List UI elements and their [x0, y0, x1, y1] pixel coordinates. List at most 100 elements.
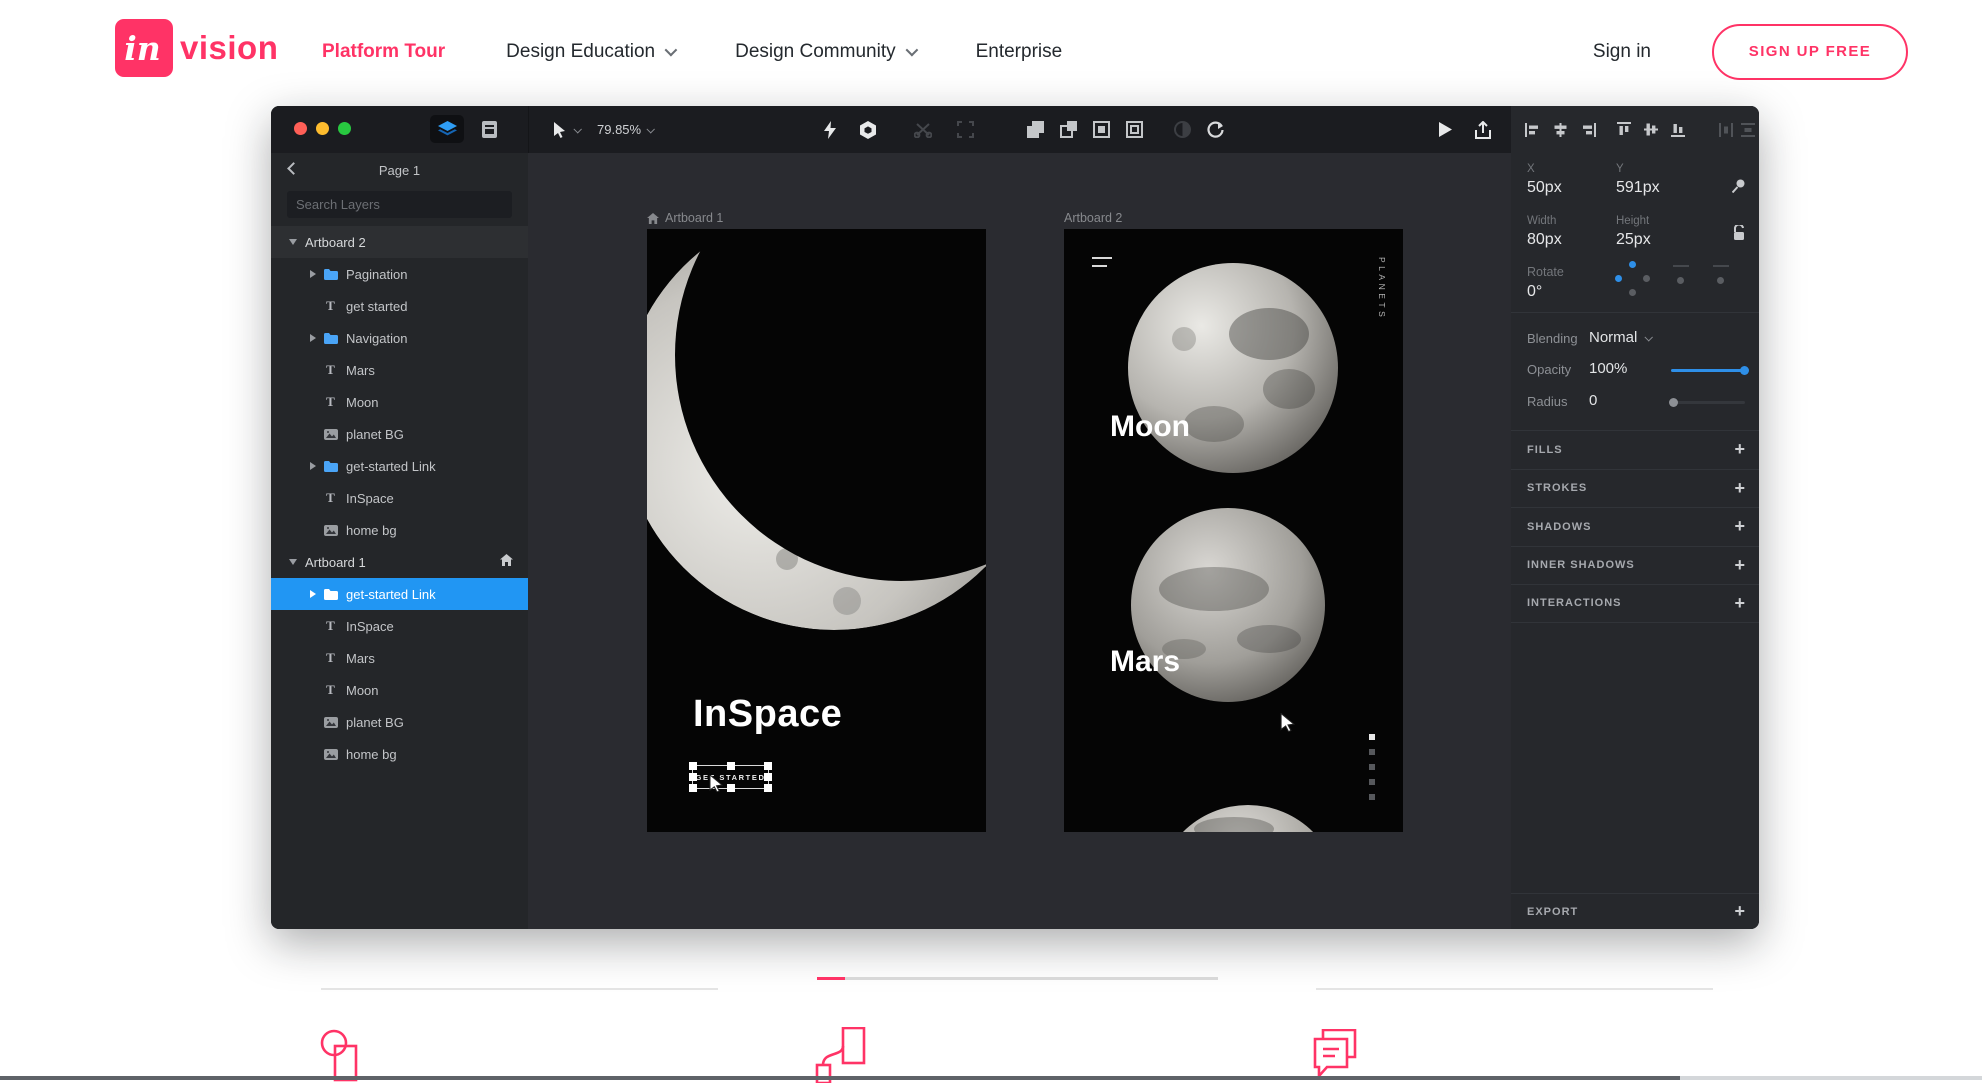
shape-settings-button[interactable] [859, 106, 877, 153]
mars-label[interactable]: Mars [1110, 645, 1180, 679]
selection-handle[interactable] [689, 773, 697, 781]
expand-triangle-icon[interactable] [310, 462, 316, 470]
fills-section[interactable]: FILLS + [1511, 430, 1759, 469]
blending-select[interactable]: Normal [1589, 329, 1654, 346]
moon-label[interactable]: Moon [1110, 410, 1190, 444]
align-left-button[interactable] [1525, 106, 1540, 153]
select-tool-button[interactable] [553, 106, 582, 153]
align-middle-v-button[interactable] [1644, 106, 1658, 153]
expand-triangle-icon[interactable] [310, 270, 316, 278]
zoom-window-button[interactable] [338, 122, 351, 135]
constraint-toggle[interactable] [1677, 277, 1684, 284]
add-fill-button[interactable]: + [1734, 439, 1745, 460]
share-button[interactable] [1475, 106, 1491, 153]
boolean-exclude-button[interactable] [1126, 106, 1143, 153]
inner-shadows-section[interactable]: INNER SHADOWS + [1511, 545, 1759, 585]
layer-row-text[interactable]: T InSpace [271, 610, 528, 642]
artboard1-label[interactable]: Artboard 1 [647, 211, 723, 225]
layer-row-folder[interactable]: Pagination [271, 258, 528, 290]
strokes-section[interactable]: STROKES + [1511, 468, 1759, 508]
layer-row-image[interactable]: planet BG [271, 706, 528, 738]
y-field[interactable]: Y 591px [1616, 163, 1660, 197]
pages-mode-button[interactable] [472, 115, 506, 143]
layer-row-artboard[interactable]: Artboard 2 [271, 226, 528, 258]
selection-handle[interactable] [726, 762, 735, 770]
artboard2-label[interactable]: Artboard 2 [1064, 211, 1122, 225]
selection-handle[interactable] [726, 784, 735, 792]
export-section[interactable]: EXPORT + [1511, 893, 1759, 929]
layer-row-folder[interactable]: get-started Link [271, 450, 528, 482]
planet-images[interactable] [1064, 229, 1403, 832]
radius-slider-knob[interactable] [1669, 398, 1678, 407]
selection-handle[interactable] [689, 784, 697, 792]
transform-button[interactable] [957, 106, 974, 153]
mask-button[interactable] [1174, 106, 1191, 153]
boolean-intersect-button[interactable] [1093, 106, 1110, 153]
layer-row-folder[interactable]: Navigation [271, 322, 528, 354]
layer-row-image[interactable]: planet BG [271, 418, 528, 450]
align-right-button[interactable] [1581, 106, 1596, 153]
add-inner-shadow-button[interactable]: + [1734, 555, 1745, 576]
distribute-h-button[interactable] [1719, 106, 1733, 153]
rotate-field[interactable]: Rotate 0° [1527, 265, 1564, 301]
x-field[interactable]: X 50px [1527, 163, 1562, 197]
nav-link-enterprise[interactable]: Enterprise [976, 41, 1063, 63]
layers-mode-button[interactable] [430, 115, 464, 143]
collapse-triangle-icon[interactable] [289, 239, 297, 245]
pagination-dots[interactable] [1369, 734, 1375, 800]
expand-triangle-icon[interactable] [310, 590, 316, 598]
artboard2[interactable]: PLANETS Moon Mars [1064, 229, 1403, 832]
layer-row-text[interactable]: T Mars [271, 642, 528, 674]
add-interaction-button[interactable]: + [1734, 593, 1745, 614]
selection-handle[interactable] [689, 762, 697, 770]
opacity-slider-knob[interactable] [1740, 366, 1749, 375]
artboard1-hero-title[interactable]: InSpace [693, 693, 842, 736]
boolean-subtract-button[interactable] [1060, 106, 1077, 153]
layer-row-artboard[interactable]: Artboard 1 [271, 546, 528, 578]
page-title[interactable]: Page 1 [379, 163, 420, 178]
layer-row-text[interactable]: T InSpace [271, 482, 528, 514]
width-field[interactable]: Width 80px [1527, 215, 1562, 249]
boolean-union-button[interactable] [1027, 106, 1044, 153]
crescent-moon-image[interactable] [647, 229, 986, 832]
nav-link-platform-tour[interactable]: Platform Tour [322, 41, 445, 63]
artboard1[interactable]: InSpace GET STARTED [647, 229, 986, 832]
constraint-toggle[interactable] [1717, 277, 1724, 284]
collapse-triangle-icon[interactable] [289, 559, 297, 565]
add-shadow-button[interactable]: + [1734, 516, 1745, 537]
get-started-button-selection[interactable]: GET STARTED [689, 762, 772, 792]
pin-icon[interactable] [1732, 179, 1745, 193]
back-chevron-icon[interactable] [287, 162, 300, 175]
layer-row-image[interactable]: home bg [271, 738, 528, 770]
minimize-window-button[interactable] [316, 122, 329, 135]
radius-slider[interactable] [1671, 401, 1745, 404]
lock-open-icon[interactable] [1733, 225, 1745, 240]
design-canvas[interactable]: Artboard 1 Artboard 2 InSpace GET STARTE… [528, 153, 1511, 929]
layer-row-text[interactable]: T Moon [271, 386, 528, 418]
selection-handle[interactable] [764, 762, 772, 770]
layer-row-text[interactable]: T Moon [271, 674, 528, 706]
refresh-button[interactable] [1207, 106, 1224, 153]
auto-layout-button[interactable] [824, 106, 836, 153]
close-window-button[interactable] [294, 122, 307, 135]
align-top-button[interactable] [1617, 106, 1631, 153]
add-export-button[interactable]: + [1734, 901, 1745, 922]
layer-row-text[interactable]: T Mars [271, 354, 528, 386]
nav-link-design-community[interactable]: Design Community [735, 41, 918, 63]
zoom-level-control[interactable]: 79.85% [597, 106, 656, 153]
preview-play-button[interactable] [1439, 106, 1452, 153]
distribute-v-button[interactable] [1741, 106, 1755, 153]
opacity-slider[interactable] [1671, 369, 1745, 372]
shadows-section[interactable]: SHADOWS + [1511, 507, 1759, 546]
anchor-point-selector[interactable] [1615, 261, 1651, 297]
invision-logo[interactable]: in vision [115, 19, 278, 77]
height-field[interactable]: Height 25px [1616, 215, 1651, 249]
search-layers-input[interactable] [287, 191, 512, 218]
layer-row-image[interactable]: home bg [271, 514, 528, 546]
selection-handle[interactable] [764, 773, 772, 781]
sign-up-free-button[interactable]: SIGN UP FREE [1712, 23, 1908, 80]
layer-row-text[interactable]: T get started [271, 290, 528, 322]
align-bottom-button[interactable] [1671, 106, 1685, 153]
layer-row-folder-selected[interactable]: get-started Link [271, 578, 528, 610]
sign-in-link[interactable]: Sign in [1593, 41, 1651, 63]
